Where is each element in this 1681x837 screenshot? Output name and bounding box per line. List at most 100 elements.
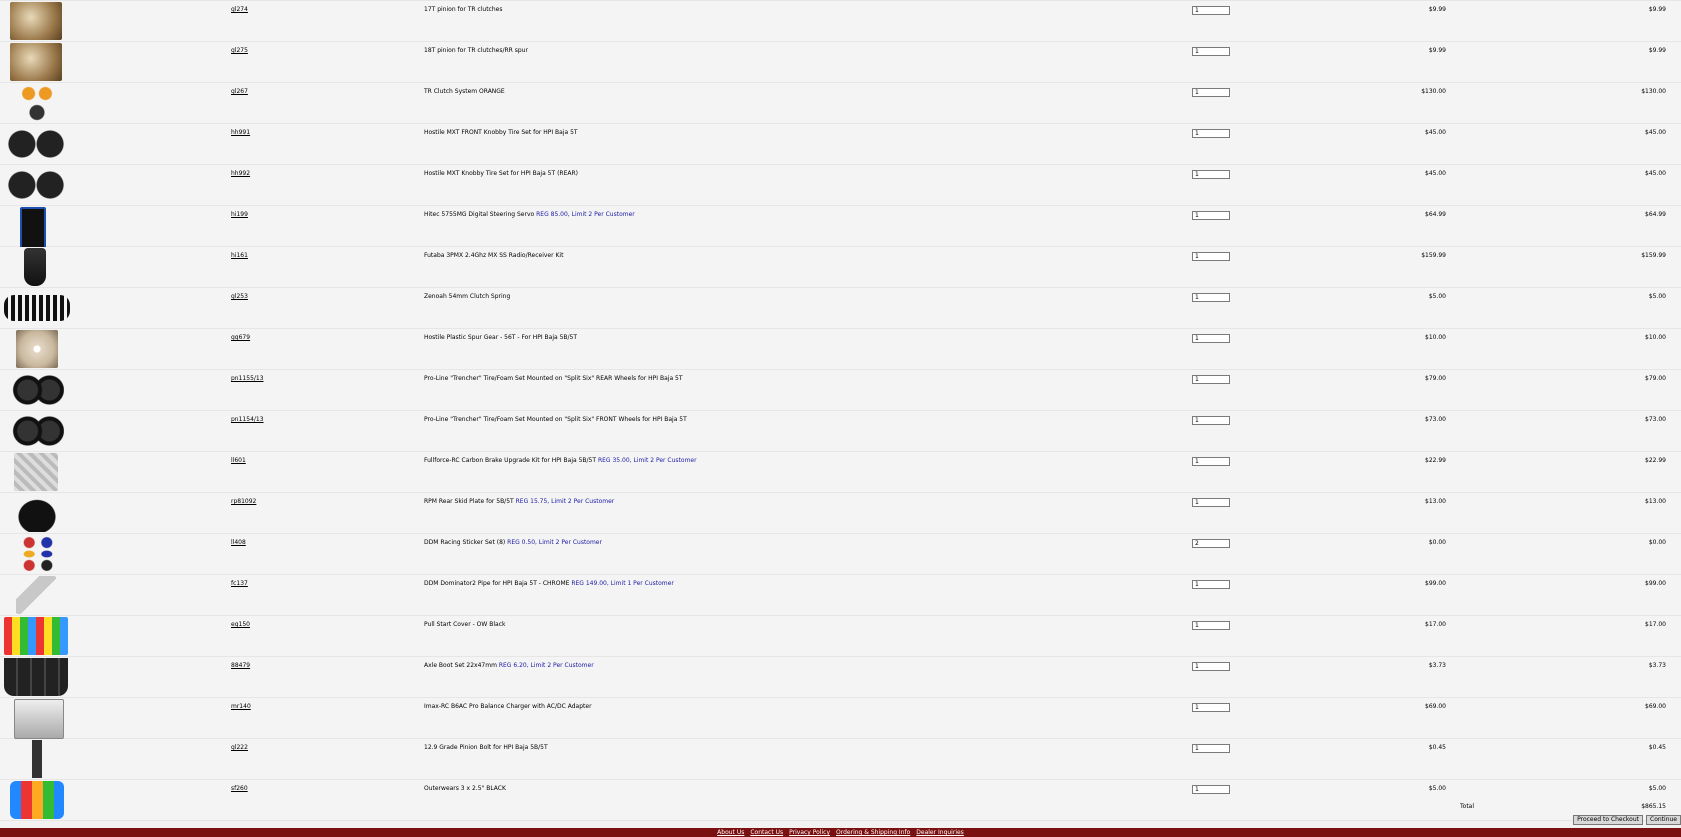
product-sku-link[interactable]: hi161 — [231, 252, 248, 259]
product-image[interactable] — [4, 125, 68, 163]
product-thumbnail[interactable] — [2, 125, 68, 163]
product-image[interactable] — [16, 84, 58, 122]
product-thumbnail[interactable] — [2, 2, 68, 40]
footer-link[interactable]: Contact Us — [750, 829, 783, 836]
unit-price: $13.00 — [1425, 498, 1446, 505]
product-name: Hostile MXT Knobby Tire Set for HPI Baja… — [424, 170, 578, 177]
product-thumbnail[interactable] — [2, 699, 68, 739]
product-thumbnail[interactable] — [2, 617, 68, 655]
quantity-input[interactable] — [1192, 293, 1230, 302]
unit-price: $0.45 — [1428, 744, 1446, 751]
product-sku-link[interactable]: fc137 — [231, 580, 248, 587]
product-image[interactable] — [10, 43, 62, 81]
quantity-input[interactable] — [1192, 498, 1230, 507]
unit-price: $9.99 — [1428, 6, 1446, 13]
continue-button[interactable]: Continue — [1646, 815, 1681, 825]
product-image[interactable] — [24, 740, 50, 778]
product-sku-link[interactable]: hi199 — [231, 211, 248, 218]
product-sku-link[interactable]: hh991 — [231, 129, 250, 136]
quantity-input[interactable] — [1192, 580, 1230, 589]
product-sku-link[interactable]: ll408 — [231, 539, 246, 546]
quantity-input[interactable] — [1192, 129, 1230, 138]
footer-link[interactable]: About Us — [717, 829, 744, 836]
quantity-input[interactable] — [1192, 170, 1230, 179]
product-thumbnail[interactable] — [2, 248, 68, 286]
cart-row: mr140 Imax-RC B6AC Pro Balance Charger wi… — [0, 698, 1681, 739]
line-total: $69.00 — [1645, 703, 1666, 710]
product-image[interactable] — [16, 535, 60, 573]
product-sku-link[interactable]: rp81092 — [231, 498, 256, 505]
product-sku-link[interactable]: pn1155/13 — [231, 375, 264, 382]
unit-price: $17.00 — [1425, 621, 1446, 628]
product-sku-link[interactable]: gl222 — [231, 744, 248, 751]
product-image[interactable] — [4, 295, 70, 321]
product-thumbnail[interactable] — [2, 576, 68, 614]
product-image[interactable] — [16, 330, 58, 368]
footer-link[interactable]: Ordering & Shipping Info — [836, 829, 910, 836]
quantity-input[interactable] — [1192, 88, 1230, 97]
product-image[interactable] — [10, 2, 62, 40]
product-thumbnail[interactable] — [2, 658, 68, 696]
product-sku-link[interactable]: gl267 — [231, 88, 248, 95]
product-thumbnail[interactable] — [2, 453, 68, 491]
footer-link[interactable]: Privacy Policy — [789, 829, 830, 836]
product-thumbnail[interactable] — [2, 412, 68, 450]
product-sku-link[interactable]: gl253 — [231, 293, 248, 300]
product-thumbnail[interactable] — [2, 330, 68, 368]
product-image[interactable] — [24, 248, 46, 286]
product-description: DDM Dominator2 Pipe for HPI Baja 5T - CH… — [424, 580, 674, 587]
product-thumbnail[interactable] — [2, 535, 68, 573]
product-name: Fullforce-RC Carbon Brake Upgrade Kit fo… — [424, 457, 597, 464]
product-sku-link[interactable]: sf260 — [231, 785, 248, 792]
unit-price: $45.00 — [1425, 170, 1446, 177]
product-sku-link[interactable]: hh992 — [231, 170, 250, 177]
proceed-to-checkout-button[interactable]: Proceed to Checkout — [1573, 815, 1644, 825]
cart-row: hh992 Hostile MXT Knobby Tire Set for HPI… — [0, 165, 1681, 206]
product-sku-link[interactable]: mr140 — [231, 703, 251, 710]
product-sku-link[interactable]: gl275 — [231, 47, 248, 54]
line-total: $99.00 — [1645, 580, 1666, 587]
quantity-input[interactable] — [1192, 744, 1230, 753]
quantity-input[interactable] — [1192, 785, 1230, 794]
quantity-input[interactable] — [1192, 662, 1230, 671]
product-image[interactable] — [4, 617, 68, 655]
product-thumbnail[interactable] — [2, 166, 68, 204]
quantity-input[interactable] — [1192, 6, 1230, 15]
quantity-input[interactable] — [1192, 252, 1230, 261]
product-image[interactable] — [12, 412, 64, 450]
product-thumbnail[interactable] — [2, 289, 70, 327]
product-sku-link[interactable]: pn1154/13 — [231, 416, 264, 423]
product-image[interactable] — [20, 207, 46, 249]
quantity-input[interactable] — [1192, 375, 1230, 384]
line-total: $0.45 — [1648, 744, 1666, 751]
quantity-input[interactable] — [1192, 47, 1230, 56]
product-image[interactable] — [14, 699, 64, 739]
total-value: $865.15 — [1641, 803, 1666, 810]
product-image[interactable] — [4, 166, 68, 204]
product-sku-link[interactable]: gg679 — [231, 334, 250, 341]
product-sku-link[interactable]: ll601 — [231, 457, 246, 464]
product-thumbnail[interactable] — [2, 207, 68, 249]
quantity-input[interactable] — [1192, 539, 1230, 548]
product-thumbnail[interactable] — [2, 494, 68, 532]
product-sku-link[interactable]: gl274 — [231, 6, 248, 13]
quantity-input[interactable] — [1192, 457, 1230, 466]
product-image[interactable] — [12, 371, 64, 409]
product-thumbnail[interactable] — [2, 740, 68, 778]
product-note: REG 15.75, Limit 2 Per Customer — [515, 498, 615, 505]
product-thumbnail[interactable] — [2, 84, 68, 122]
footer-link[interactable]: Dealer Inquiries — [916, 829, 964, 836]
product-sku-link[interactable]: 88479 — [231, 662, 250, 669]
product-image[interactable] — [4, 658, 68, 696]
quantity-input[interactable] — [1192, 621, 1230, 630]
product-sku-link[interactable]: eg150 — [231, 621, 250, 628]
quantity-input[interactable] — [1192, 416, 1230, 425]
product-image[interactable] — [14, 453, 58, 491]
product-thumbnail[interactable] — [2, 371, 68, 409]
quantity-input[interactable] — [1192, 211, 1230, 220]
product-image[interactable] — [16, 576, 56, 614]
quantity-input[interactable] — [1192, 334, 1230, 343]
quantity-input[interactable] — [1192, 703, 1230, 712]
product-image[interactable] — [12, 494, 62, 532]
product-thumbnail[interactable] — [2, 43, 68, 81]
